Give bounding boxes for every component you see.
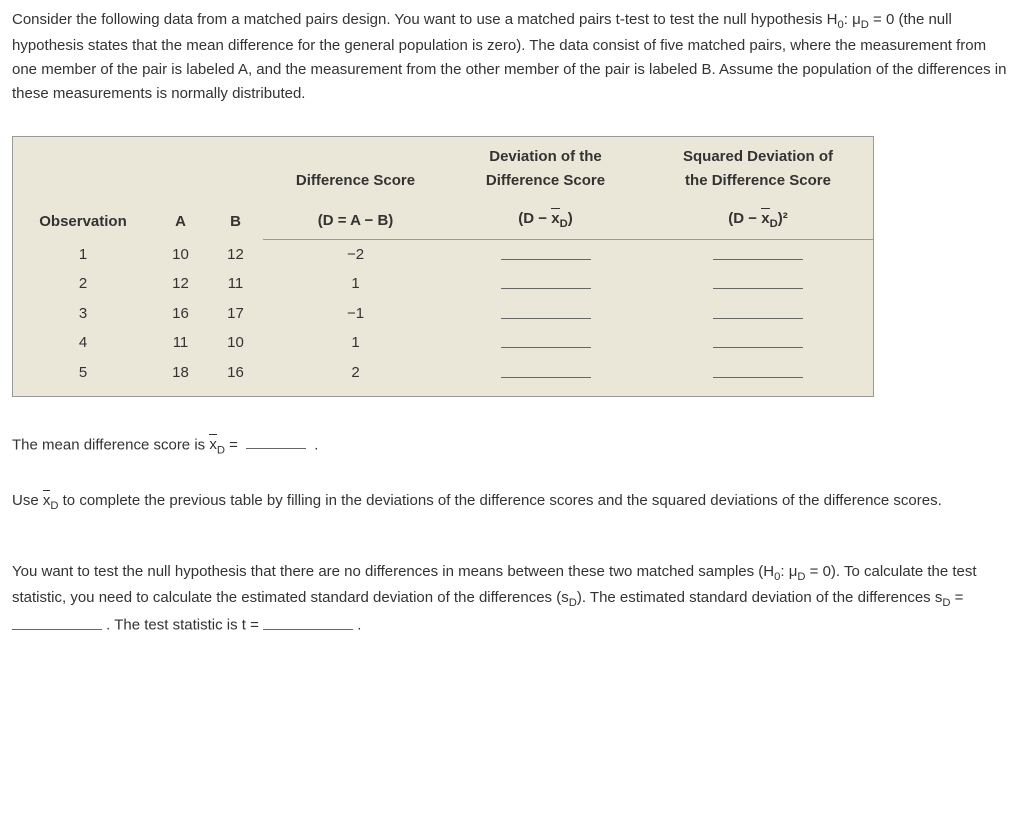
cell-sq <box>643 270 874 300</box>
dev-blank[interactable] <box>501 360 591 378</box>
header-diff-bottom: (D = A − B) <box>263 199 448 240</box>
cell-dev <box>448 240 643 270</box>
cell-d: 1 <box>263 329 448 359</box>
cell-obs: 4 <box>13 329 154 359</box>
cell-dev <box>448 270 643 300</box>
cell-a: 16 <box>153 299 208 329</box>
table-row: 11012−2 <box>13 240 874 270</box>
cell-sq <box>643 358 874 396</box>
header-dev-bottom: (D − xD) <box>448 199 643 240</box>
dev-blank[interactable] <box>501 331 591 349</box>
sq-blank[interactable] <box>713 331 803 349</box>
cell-sq <box>643 240 874 270</box>
header-a: A <box>153 137 208 240</box>
cell-d: −1 <box>263 299 448 329</box>
dev-blank[interactable] <box>501 272 591 290</box>
header-b: B <box>208 137 263 240</box>
cell-b: 12 <box>208 240 263 270</box>
sd-blank[interactable] <box>12 612 102 630</box>
sq-blank[interactable] <box>713 272 803 290</box>
cell-dev <box>448 299 643 329</box>
cell-a: 11 <box>153 329 208 359</box>
sq-blank[interactable] <box>713 360 803 378</box>
header-dev-top: Deviation of theDifference Score <box>448 137 643 200</box>
mean-line: The mean difference score is xD = . <box>12 432 1012 460</box>
cell-obs: 2 <box>13 270 154 300</box>
cell-obs: 5 <box>13 358 154 396</box>
cell-dev <box>448 329 643 359</box>
cell-a: 12 <box>153 270 208 300</box>
table-row: 411101 <box>13 329 874 359</box>
header-observation: Observation <box>13 137 154 240</box>
cell-a: 18 <box>153 358 208 396</box>
test-paragraph: You want to test the null hypothesis tha… <box>12 560 1012 638</box>
cell-obs: 3 <box>13 299 154 329</box>
cell-b: 16 <box>208 358 263 396</box>
cell-dev <box>448 358 643 396</box>
cell-d: 1 <box>263 270 448 300</box>
header-sq-top: Squared Deviation ofthe Difference Score <box>643 137 874 200</box>
table-row: 212111 <box>13 270 874 300</box>
sq-blank[interactable] <box>713 242 803 260</box>
cell-d: −2 <box>263 240 448 270</box>
cell-obs: 1 <box>13 240 154 270</box>
intro-paragraph: Consider the following data from a match… <box>12 8 1012 106</box>
cell-a: 10 <box>153 240 208 270</box>
sq-blank[interactable] <box>713 301 803 319</box>
dev-blank[interactable] <box>501 242 591 260</box>
cell-b: 10 <box>208 329 263 359</box>
t-blank[interactable] <box>263 612 353 630</box>
cell-sq <box>643 329 874 359</box>
data-table: Observation A B Difference Score Deviati… <box>12 136 874 397</box>
table-row: 518162 <box>13 358 874 396</box>
dev-blank[interactable] <box>501 301 591 319</box>
cell-d: 2 <box>263 358 448 396</box>
cell-sq <box>643 299 874 329</box>
table-row: 31617−1 <box>13 299 874 329</box>
header-diff-top: Difference Score <box>263 137 448 200</box>
use-line: Use xD to complete the previous table by… <box>12 489 1012 515</box>
cell-b: 17 <box>208 299 263 329</box>
header-sq-bottom: (D − xD)² <box>643 199 874 240</box>
cell-b: 11 <box>208 270 263 300</box>
mean-blank[interactable] <box>246 432 306 450</box>
